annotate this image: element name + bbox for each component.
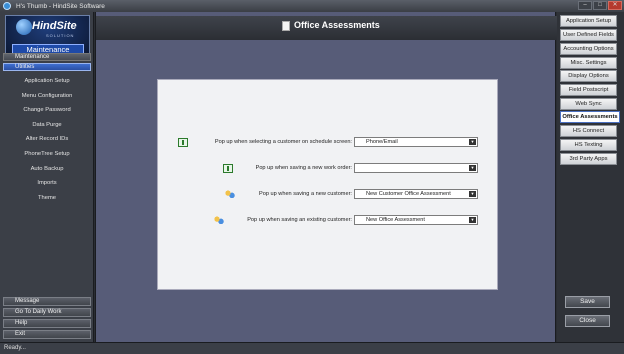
tab-field-postscript[interactable]: Field Postscript	[560, 84, 617, 96]
calendar-icon	[223, 164, 233, 173]
new-customer-popup-select[interactable]: New Customer Office Assessment ▼	[354, 189, 478, 199]
menu-item-theme[interactable]: Theme	[0, 191, 94, 206]
message-button[interactable]: Message	[3, 297, 91, 306]
menu-item-phonetree-setup[interactable]: PhoneTree Setup	[0, 147, 94, 162]
existing-customer-popup-select[interactable]: New Office Assessment ▼	[354, 215, 478, 225]
row-label-new-customer: Pop up when saving a new customer:	[259, 191, 352, 197]
globe-icon	[16, 19, 32, 35]
tab-accounting-options[interactable]: Accounting Options	[560, 43, 617, 55]
tab-3rd-party-apps[interactable]: 3rd Party Apps	[560, 153, 617, 165]
document-icon	[282, 21, 290, 31]
menu-item-change-password[interactable]: Change Password	[0, 103, 94, 118]
save-button[interactable]: Save	[565, 296, 610, 308]
row-label-existing-customer: Pop up when saving an existing customer:	[247, 217, 352, 223]
select-value: New Customer Office Assessment	[366, 191, 451, 197]
tab-application-setup[interactable]: Application Setup	[560, 15, 617, 27]
daily-work-button[interactable]: Go To Daily Work	[3, 308, 91, 317]
menu-item-auto-backup[interactable]: Auto Backup	[0, 162, 94, 177]
help-button[interactable]: Help	[3, 319, 91, 328]
title-bar: H's Thumb - HindSite Software – □ ✕	[0, 0, 624, 12]
calendar-icon	[178, 138, 188, 147]
work-order-popup-select[interactable]: ▼	[354, 163, 478, 173]
chevron-down-icon[interactable]: ▼	[469, 139, 476, 145]
menu-item-data-purge[interactable]: Data Purge	[0, 118, 94, 133]
exit-button[interactable]: Exit	[3, 330, 91, 339]
main-area: Office Assessments Pop up when selecting…	[95, 12, 557, 342]
settings-panel: Pop up when selecting a customer on sche…	[157, 79, 498, 290]
utilities-menu: Application Setup Menu Configuration Cha…	[0, 74, 94, 205]
menu-item-alter-record-ids[interactable]: Alter Record IDs	[0, 132, 94, 147]
tab-hs-texting[interactable]: HS Texting	[560, 139, 617, 151]
close-window-button[interactable]: ✕	[608, 1, 622, 10]
main-header: Office Assessments	[96, 16, 557, 40]
people-icon	[214, 216, 224, 225]
tab-web-sync[interactable]: Web Sync	[560, 98, 617, 110]
maximize-button[interactable]: □	[593, 1, 607, 10]
window-controls: – □ ✕	[578, 1, 622, 10]
tab-display-options[interactable]: Display Options	[560, 70, 617, 82]
row-label-work-order: Pop up when saving a new work order:	[255, 165, 352, 171]
window-title: H's Thumb - HindSite Software	[16, 2, 105, 10]
chevron-down-icon[interactable]: ▼	[469, 165, 476, 171]
page-title: Office Assessments	[294, 20, 380, 30]
select-value: New Office Assessment	[366, 217, 425, 223]
section-utilities[interactable]: Utilities	[3, 63, 91, 71]
schedule-popup-select[interactable]: Phone/Email ▼	[354, 137, 478, 147]
people-icon	[225, 190, 235, 199]
logo-subtitle: SOLUTION	[46, 33, 75, 38]
menu-item-menu-configuration[interactable]: Menu Configuration	[0, 89, 94, 104]
tab-user-defined-fields[interactable]: User Defined Fields	[560, 29, 617, 41]
row-label-schedule: Pop up when selecting a customer on sche…	[214, 139, 352, 145]
sidebar: HindSite SOLUTION Maintenance Maintenanc…	[0, 12, 94, 342]
tab-office-assessments[interactable]: Office Assessments	[560, 111, 620, 123]
tab-misc-settings[interactable]: Misc. Settings	[560, 57, 617, 69]
close-button[interactable]: Close	[565, 315, 610, 327]
chevron-down-icon[interactable]: ▼	[469, 191, 476, 197]
logo-name: HindSite	[32, 20, 77, 32]
tab-hs-connect[interactable]: HS Connect	[560, 125, 617, 137]
minimize-button[interactable]: –	[578, 1, 592, 10]
menu-item-imports[interactable]: Imports	[0, 176, 94, 191]
status-bar: Ready...	[0, 342, 624, 354]
app-icon[interactable]	[3, 2, 11, 10]
settings-tabs-panel: Application Setup User Defined Fields Ac…	[557, 12, 624, 342]
select-value: Phone/Email	[366, 139, 398, 145]
menu-item-application-setup[interactable]: Application Setup	[0, 74, 94, 89]
section-maintenance[interactable]: Maintenance	[3, 53, 91, 61]
chevron-down-icon[interactable]: ▼	[469, 217, 476, 223]
